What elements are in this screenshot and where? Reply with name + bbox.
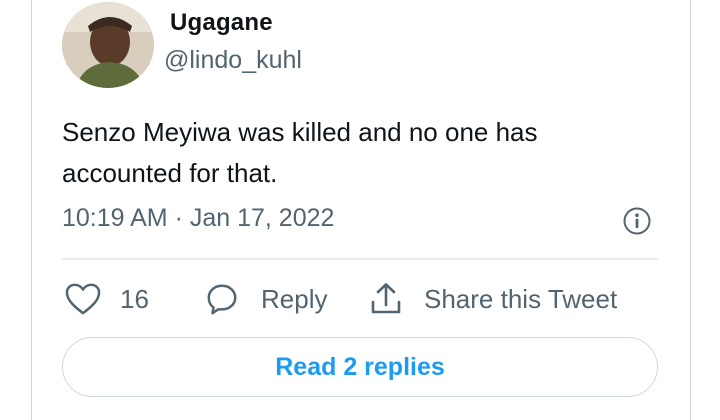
user-handle[interactable]: @lindo_kuhl [164, 46, 302, 75]
like-button[interactable]: 16 [64, 280, 149, 318]
reply-button[interactable]: Reply [205, 280, 327, 318]
share-icon [371, 283, 401, 314]
share-button[interactable]: Share this Tweet [368, 280, 617, 318]
tweet-timestamp[interactable]: 10:19 AM · Jan 17, 2022 [62, 204, 334, 233]
profile-photo [62, 2, 154, 88]
reply-bubble-icon [207, 284, 237, 315]
share-label: Share this Tweet [424, 283, 618, 314]
display-name[interactable]: Ugagane [170, 9, 273, 37]
reply-label: Reply [261, 283, 328, 314]
tweet-text: Senzo Meyiwa was killed and no one has a… [62, 117, 538, 188]
avatar[interactable] [62, 2, 154, 88]
read-replies-button[interactable]: Read 2 replies [62, 337, 658, 397]
heart-icon [65, 283, 101, 315]
like-count: 16 [120, 283, 149, 314]
divider [62, 258, 658, 260]
info-icon[interactable] [622, 206, 652, 236]
